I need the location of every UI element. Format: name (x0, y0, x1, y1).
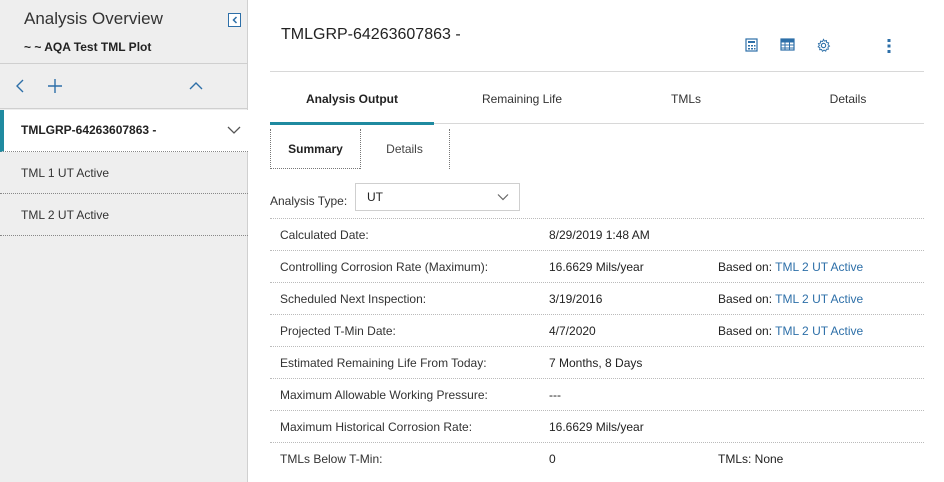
subtab-summary[interactable]: Summary (270, 129, 361, 169)
page-title: TMLGRP-64263607863 - (281, 26, 461, 43)
based-on: Based on: TML 2 UT Active (718, 324, 863, 338)
chevron-up-icon[interactable] (187, 76, 205, 96)
left-panel: Analysis Overview ~ ~ AQA Test TML Plot … (0, 0, 248, 482)
panel-toolbar (0, 63, 248, 109)
analysis-type-label: Analysis Type: (270, 194, 348, 208)
tml-group-item[interactable]: TMLGRP-64263607863 - (0, 110, 248, 152)
row-value: 16.6629 Mils/year (549, 420, 644, 434)
gear-icon[interactable] (816, 38, 831, 53)
panel-title: Analysis Overview (24, 9, 163, 28)
row-label: Projected T-Min Date: (280, 324, 396, 338)
subtab-divider (449, 129, 450, 169)
summary-row: Controlling Corrosion Rate (Maximum): 16… (270, 250, 924, 282)
summary-row: TMLs Below T-Min: 0 TMLs: None (270, 442, 924, 474)
tmls-status: TMLs: None (718, 452, 784, 466)
table-icon[interactable] (780, 38, 796, 52)
row-value: 3/19/2016 (549, 292, 603, 306)
tab-analysis-output[interactable]: Analysis Output (270, 72, 434, 125)
chevron-down-icon[interactable] (227, 125, 241, 135)
based-on: Based on: TML 2 UT Active (718, 292, 863, 306)
analysis-type-select[interactable]: UT (355, 183, 520, 211)
tml-list-item[interactable]: TML 2 UT Active (0, 194, 248, 236)
row-value: 7 Months, 8 Days (549, 356, 643, 370)
row-label: Scheduled Next Inspection: (280, 292, 427, 306)
based-on-link[interactable]: TML 2 UT Active (775, 292, 863, 306)
row-label: Calculated Date: (280, 228, 369, 242)
tab-remaining-life[interactable]: Remaining Life (440, 72, 604, 124)
row-value: 0 (549, 452, 556, 466)
main-tabs: Analysis Output Remaining Life TMLs Deta… (270, 72, 924, 125)
row-label: Estimated Remaining Life From Today: (280, 356, 487, 370)
based-on-link[interactable]: TML 2 UT Active (775, 324, 863, 338)
summary-row: Maximum Allowable Working Pressure: --- (270, 378, 924, 410)
summary-row: Scheduled Next Inspection: 3/19/2016 Bas… (270, 282, 924, 314)
row-value: 16.6629 Mils/year (549, 260, 644, 274)
tab-tmls[interactable]: TMLs (604, 72, 768, 124)
row-label: Maximum Historical Corrosion Rate: (280, 420, 473, 434)
chevron-left-icon[interactable] (12, 76, 28, 96)
calculator-icon[interactable] (745, 38, 758, 52)
analysis-type-value: UT (367, 190, 383, 204)
tml-item-label: TML 2 UT Active (21, 208, 110, 222)
collapse-panel-button[interactable] (228, 13, 241, 27)
plus-icon[interactable] (46, 76, 64, 96)
row-value: 8/29/2019 1:48 AM (549, 228, 650, 242)
based-on-label: Based on: (718, 292, 773, 306)
row-label: TMLs Below T-Min: (280, 452, 383, 466)
chevron-down-icon (497, 194, 509, 201)
tab-details[interactable]: Details (768, 72, 928, 124)
based-on-label: Based on: (718, 324, 773, 338)
summary-row: Maximum Historical Corrosion Rate: 16.66… (270, 410, 924, 442)
row-label: Controlling Corrosion Rate (Maximum): (280, 260, 489, 274)
summary-row: Calculated Date: 8/29/2019 1:48 AM (270, 218, 924, 250)
panel-subtitle: ~ ~ AQA Test TML Plot (24, 40, 152, 54)
based-on: Based on: TML 2 UT Active (718, 260, 863, 274)
subtab-details[interactable]: Details (360, 129, 449, 169)
summary-row: Projected T-Min Date: 4/7/2020 Based on:… (270, 314, 924, 346)
row-label: Maximum Allowable Working Pressure: (280, 388, 488, 402)
row-value: --- (549, 388, 561, 402)
collapse-left-icon (231, 16, 237, 24)
more-vertical-icon[interactable] (886, 38, 892, 54)
row-value: 4/7/2020 (549, 324, 596, 338)
tml-item-label: TML 1 UT Active (21, 166, 110, 180)
summary-row: Estimated Remaining Life From Today: 7 M… (270, 346, 924, 378)
based-on-link[interactable]: TML 2 UT Active (775, 260, 863, 274)
tml-list-item[interactable]: TML 1 UT Active (0, 152, 248, 194)
tml-group-label: TMLGRP-64263607863 - (21, 123, 157, 137)
based-on-label: Based on: (718, 260, 773, 274)
